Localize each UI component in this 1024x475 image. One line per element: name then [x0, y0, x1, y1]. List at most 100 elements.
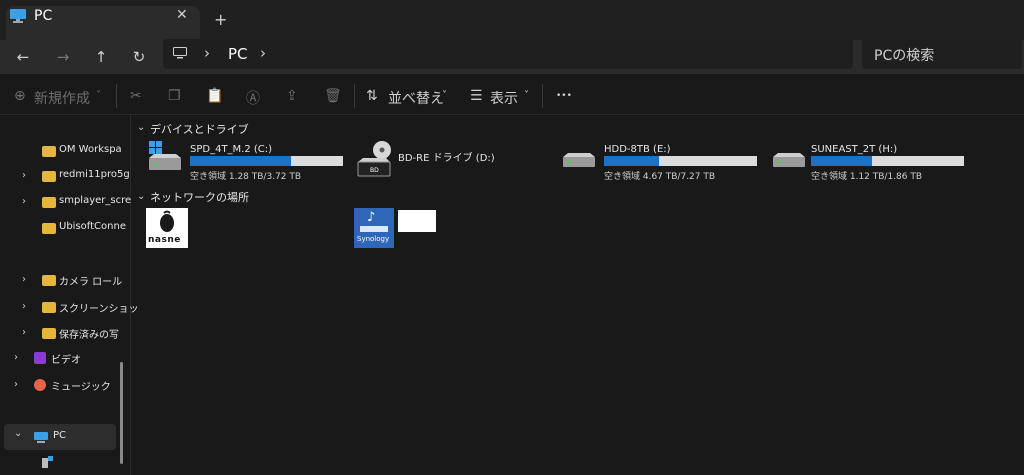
copy-icon[interactable]: ❐: [168, 88, 181, 104]
breadcrumb-pc[interactable]: PC: [228, 45, 248, 63]
bd-badge: BD: [370, 167, 379, 174]
chevron-right-icon[interactable]: ›: [14, 352, 18, 363]
rename-icon[interactable]: Ⓐ: [246, 88, 260, 108]
music-note-icon: ♪: [367, 210, 376, 225]
chevron-right-icon[interactable]: ›: [22, 196, 26, 207]
sidebar-item-ubisoftconnect[interactable]: UbisoftConne: [8, 218, 126, 240]
hdd-icon: [773, 153, 805, 167]
drive-free-space: 空き領域 1.28 TB/3.72 TB: [190, 172, 302, 182]
folder-icon: [42, 171, 56, 182]
synology-device-icon: [360, 226, 388, 232]
music-icon: [34, 379, 46, 391]
share-icon[interactable]: ⇪: [286, 88, 298, 104]
forward-button[interactable]: →: [50, 44, 76, 70]
sort-icon: ⇅: [366, 88, 378, 104]
drive-name: SUNEAST_2T (H:): [811, 144, 898, 155]
drive-usage-bar: [190, 156, 343, 166]
sidebar-item-saved-pictures[interactable]: › 保存済みの写: [8, 323, 123, 345]
hdd-icon: [563, 153, 595, 167]
search-placeholder: PCの検索: [874, 48, 935, 64]
drive-usage-bar: [811, 156, 964, 166]
sidebar-item-camera-roll[interactable]: › カメラ ロール: [8, 270, 123, 292]
synology-item[interactable]: ♪ Synology: [354, 208, 394, 248]
drive-name: SPD_4T_M.2 (C:): [190, 144, 273, 155]
chevron-right-icon[interactable]: ›: [22, 170, 26, 181]
view-button[interactable]: 表示: [490, 88, 518, 108]
chevron-right-icon[interactable]: ›: [22, 274, 26, 285]
back-button[interactable]: ←: [10, 44, 36, 70]
more-options-button[interactable]: •••: [556, 91, 572, 101]
sidebar-item-om-workspace[interactable]: OM Workspa: [8, 141, 123, 163]
sidebar-item-label: カメラ ロール: [59, 277, 123, 288]
paste-icon[interactable]: 📋: [206, 88, 223, 104]
sort-button[interactable]: 並べ替え: [388, 88, 444, 108]
tab-title: PC: [34, 8, 53, 24]
folder-icon: [42, 302, 56, 313]
toolbar-divider: [354, 84, 355, 108]
drive-usage-fill: [190, 156, 291, 166]
chevron-right-icon[interactable]: ›: [22, 301, 26, 312]
sidebar-item-redmi11pro5g[interactable]: › redmi11pro5g: [8, 166, 130, 188]
chevron-right-icon[interactable]: ›: [14, 379, 18, 390]
drive-icon: [42, 456, 53, 468]
toolbar-divider: [116, 84, 117, 108]
sidebar-item-pc[interactable]: ⌄ PC: [8, 427, 123, 449]
cut-icon[interactable]: ✂: [130, 88, 142, 104]
section-devices-title[interactable]: デバイスとドライブ: [150, 121, 249, 137]
folder-icon: [42, 146, 56, 157]
drive-free-space: 空き領域 4.67 TB/7.27 TB: [604, 172, 716, 182]
sidebar-item-label: redmi11pro5g: [59, 169, 130, 180]
sidebar-item-label: UbisoftConne: [59, 221, 126, 232]
view-icon: ☰: [470, 88, 483, 104]
section-network-title[interactable]: ネットワークの場所: [150, 189, 249, 205]
delete-icon[interactable]: 🗑: [324, 88, 342, 104]
sidebar-item-label: 保存済みの写: [59, 330, 119, 341]
new-icon: ⊕: [14, 88, 26, 104]
sidebar-scrollbar[interactable]: [120, 362, 123, 464]
sidebar-item-label: smplayer_scre: [59, 195, 132, 206]
drive-usage-fill: [811, 156, 873, 166]
sidebar-item-label: ミュージック: [51, 382, 111, 393]
toolbar-divider: [542, 84, 543, 108]
drive-name: BD-RE ドライブ (D:): [398, 153, 495, 164]
network-item-label-box: [398, 210, 436, 232]
windows-drive-icon: [149, 141, 181, 170]
chevron-down-icon[interactable]: ⌄: [137, 191, 145, 202]
drive-usage-fill: [604, 156, 660, 166]
chevron-down-icon: ˅: [524, 90, 529, 101]
chevron-down-icon: ˅: [96, 90, 101, 101]
sidebar-item-videos[interactable]: › ビデオ: [8, 348, 123, 370]
tab-close-icon[interactable]: ✕: [176, 7, 188, 23]
folder-icon: [42, 197, 56, 208]
pc-monitor-icon: [34, 432, 48, 443]
up-button[interactable]: ↑: [88, 44, 114, 70]
drive-name: HDD-8TB (E:): [604, 144, 671, 155]
chevron-right-icon[interactable]: ›: [22, 327, 26, 338]
synology-logo-text: Synology: [357, 235, 390, 243]
new-tab-button[interactable]: +: [214, 10, 227, 29]
breadcrumb-separator-icon[interactable]: ›: [204, 44, 210, 62]
pc-monitor-icon: [10, 9, 26, 23]
chevron-down-icon[interactable]: ⌄: [137, 122, 145, 133]
breadcrumb-separator-icon[interactable]: ›: [260, 44, 266, 62]
chevron-down-icon[interactable]: ⌄: [14, 428, 22, 439]
monitor-icon: [173, 47, 187, 59]
sidebar-item-label: スクリーンショッ: [59, 304, 139, 315]
sidebar-item-music[interactable]: › ミュージック: [8, 375, 123, 397]
folder-icon: [42, 328, 56, 339]
nasne-item[interactable]: nasne: [146, 208, 188, 248]
nasne-icon: [160, 210, 174, 232]
folder-icon: [42, 275, 56, 286]
folder-icon: [42, 223, 56, 234]
new-button[interactable]: 新規作成: [34, 88, 90, 108]
sidebar-item-screenshots[interactable]: › スクリーンショッ: [8, 297, 139, 319]
video-icon: [34, 352, 46, 364]
nasne-logo-text: nasne: [148, 235, 181, 245]
sidebar-item-label: ビデオ: [51, 355, 81, 366]
drive-usage-bar: [604, 156, 757, 166]
sidebar-item-label: OM Workspa: [59, 144, 122, 155]
address-bar[interactable]: [163, 39, 853, 69]
drive-free-space: 空き領域 1.12 TB/1.86 TB: [811, 172, 923, 182]
sidebar-item-smplayer[interactable]: › smplayer_scre: [8, 192, 131, 214]
refresh-button[interactable]: ↻: [126, 44, 152, 70]
